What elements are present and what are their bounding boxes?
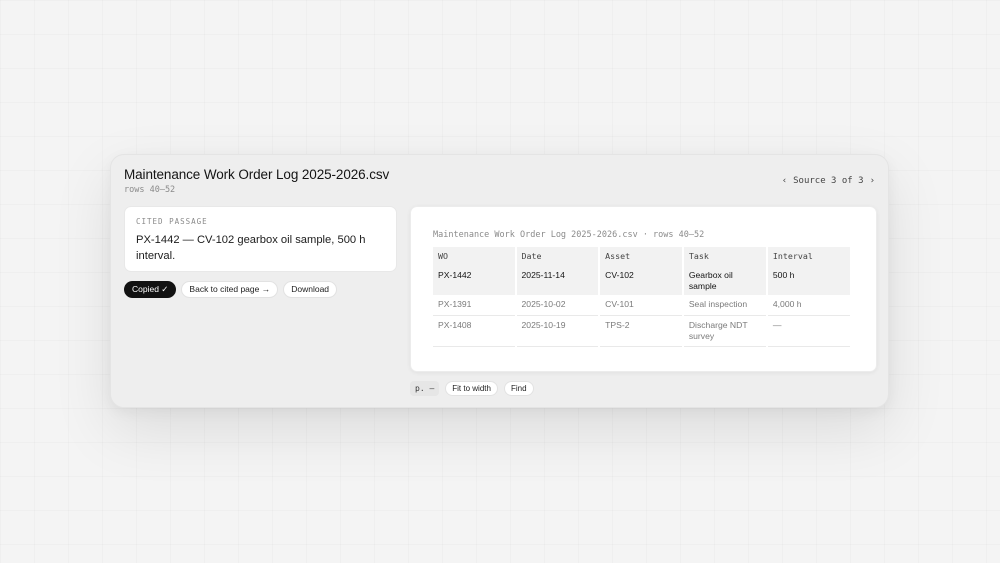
table-row: PX-1408 2025-10-19 TPS-2 Discharge NDT s… [433, 316, 850, 347]
csv-table: WO Date Asset Task Interval PX-1442 2025… [431, 247, 852, 347]
download-button[interactable]: Download [283, 281, 338, 298]
source-navigation: ‹ Source 3 of 3 › [782, 176, 875, 186]
fit-to-width-button[interactable]: Fit to width [445, 381, 498, 396]
document-title: Maintenance Work Order Log 2025-2026.csv [124, 167, 390, 182]
cited-passage-label: CITED PASSAGE [136, 217, 208, 226]
table-cell: 2025-10-19 [516, 316, 599, 347]
table-cell: PX-1442 [433, 265, 515, 295]
cited-passage-card: CITED PASSAGE PX-1442 — CV-102 gearbox o… [124, 206, 397, 272]
table-cell: PX-1391 [433, 295, 515, 316]
chevron-left-icon[interactable]: ‹ [782, 176, 787, 186]
document-preview: Maintenance Work Order Log 2025-2026.csv… [410, 206, 877, 372]
table-cell: — [767, 316, 850, 347]
source-counter: Source 3 of 3 [793, 176, 864, 186]
table-row: PX-1391 2025-10-02 CV-101 Seal inspectio… [433, 295, 850, 316]
column-header: Asset [600, 247, 682, 265]
document-row-range: rows 40–52 [124, 185, 176, 195]
copied-button[interactable]: Copied ✓ [124, 281, 177, 298]
passage-actions: Copied ✓ Back to cited page → Download [124, 281, 338, 298]
table-header-row: WO Date Asset Task Interval [433, 247, 850, 265]
table-cell: Discharge NDT survey [683, 316, 766, 347]
page-indicator: p. — [410, 381, 440, 396]
table-cell: PX-1408 [433, 316, 515, 347]
column-header: Date [516, 247, 599, 265]
table-cell: CV-102 [600, 265, 682, 295]
find-button[interactable]: Find [503, 381, 534, 396]
preview-header: Maintenance Work Order Log 2025-2026.csv… [433, 230, 705, 240]
preview-toolbar: p. — Fit to width Find [410, 381, 534, 396]
column-header: Task [683, 247, 766, 265]
table-cell: 2025-11-14 [516, 265, 599, 295]
column-header: Interval [767, 247, 850, 265]
table-cell: 500 h [767, 265, 850, 295]
column-header: WO [433, 247, 515, 265]
table-cell: CV-101 [600, 295, 682, 316]
cited-passage-text: PX-1442 — CV-102 gearbox oil sample, 500… [136, 234, 366, 262]
table-cell: Seal inspection [683, 295, 766, 316]
back-to-cited-page-button[interactable]: Back to cited page → [181, 281, 279, 298]
table-cell: TPS-2 [600, 316, 682, 347]
table-row-highlighted: PX-1442 2025-11-14 CV-102 Gearbox oil sa… [433, 265, 850, 295]
chevron-right-icon[interactable]: › [870, 176, 875, 186]
table-cell: 4,000 h [767, 295, 850, 316]
table-cell: Gearbox oil sample [683, 265, 766, 295]
table-cell: 2025-10-02 [516, 295, 599, 316]
source-viewer-window: Maintenance Work Order Log 2025-2026.csv… [110, 154, 889, 408]
